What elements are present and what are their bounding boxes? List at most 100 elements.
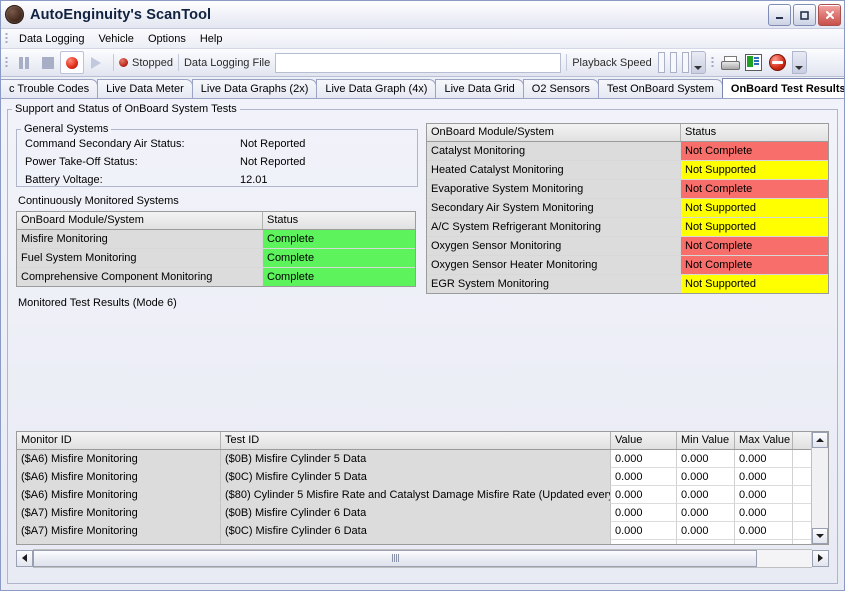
column-header-max-value[interactable]: Max Value xyxy=(735,432,793,449)
continuously-monitored-grid: OnBoard Module/System Status Misfire Mon… xyxy=(16,211,416,287)
pause-button[interactable] xyxy=(12,51,36,74)
value-cell: 0.000 xyxy=(611,540,677,545)
close-button[interactable] xyxy=(818,4,841,26)
onboard-system-tests-group-title: Support and Status of OnBoard System Tes… xyxy=(12,103,240,115)
system-name-cell: Comprehensive Component Monitoring xyxy=(17,268,263,286)
tab-onboard-test-results[interactable]: OnBoard Test Results xyxy=(722,78,844,98)
playback-speed-slider[interactable] xyxy=(658,52,689,73)
menu-item-vehicle[interactable]: Vehicle xyxy=(91,31,140,47)
table-row[interactable]: Secondary Air System Monitoring Not Supp… xyxy=(427,199,828,218)
table-row[interactable]: Fuel System Monitoring Complete xyxy=(17,249,415,268)
data-logging-file-input[interactable] xyxy=(275,53,561,73)
scroll-left-button[interactable] xyxy=(16,550,33,567)
export-button[interactable] xyxy=(742,51,766,74)
noncontinuous-monitored-grid: OnBoard Module/System Status Catalyst Mo… xyxy=(426,123,829,294)
toolbar-grip-handle-2[interactable] xyxy=(711,56,714,69)
column-header-module-system[interactable]: OnBoard Module/System xyxy=(427,124,681,141)
tab-live-data-graph-4x[interactable]: Live Data Graph (4x) xyxy=(316,79,436,98)
toolbar-separator xyxy=(113,54,114,71)
scroll-thumb-grip-icon-h xyxy=(392,554,399,562)
window-controls xyxy=(768,4,841,26)
menu-item-help[interactable]: Help xyxy=(193,31,230,47)
status-cell: Complete xyxy=(263,268,415,286)
horizontal-scroll-track[interactable] xyxy=(33,549,812,568)
tab-o2-sensors[interactable]: O2 Sensors xyxy=(523,79,599,98)
column-header-module-system[interactable]: OnBoard Module/System xyxy=(17,212,263,229)
monitor-id-cell: ($A7) Misfire Monitoring xyxy=(17,540,221,545)
export-spreadsheet-icon xyxy=(745,54,762,71)
toolbar-separator-2 xyxy=(178,54,179,71)
tab-diagnostic-trouble-codes[interactable]: c Trouble Codes xyxy=(1,79,98,98)
print-button[interactable] xyxy=(718,51,742,74)
table-row[interactable]: ($A6) Misfire Monitoring ($0B) Misfire C… xyxy=(17,450,828,468)
column-header-value[interactable]: Value xyxy=(611,432,677,449)
table-row[interactable]: Misfire Monitoring Complete xyxy=(17,230,415,249)
status-cell: Not Supported xyxy=(681,218,828,236)
general-systems-row: Command Secondary Air Status: Not Report… xyxy=(17,135,417,153)
table-row[interactable]: ($A7) Misfire Monitoring ($80) Cylinder … xyxy=(17,540,828,545)
stop-button[interactable] xyxy=(36,51,60,74)
test-id-cell: ($80) Cylinder 5 Misfire Rate and Cataly… xyxy=(221,486,611,504)
table-row[interactable]: Oxygen Sensor Heater Monitoring Not Comp… xyxy=(427,256,828,275)
table-row[interactable]: ($A6) Misfire Monitoring ($80) Cylinder … xyxy=(17,486,828,504)
status-cell: Not Complete xyxy=(681,180,828,198)
toolbar-grip-handle[interactable] xyxy=(5,56,8,69)
table-row[interactable]: Oxygen Sensor Monitoring Not Complete xyxy=(427,237,828,256)
title-bar: AutoEnginuity's ScanTool xyxy=(1,1,844,29)
table-row[interactable]: A/C System Refrigerant Monitoring Not Su… xyxy=(427,218,828,237)
table-row[interactable]: EGR System Monitoring Not Supported xyxy=(427,275,828,293)
scroll-down-button[interactable] xyxy=(812,528,828,544)
table-row[interactable]: Catalyst Monitoring Not Complete xyxy=(427,142,828,161)
minimize-button[interactable] xyxy=(768,4,791,26)
menu-item-options[interactable]: Options xyxy=(141,31,193,47)
value-cell: 0.000 xyxy=(611,468,677,486)
column-header-status[interactable]: Status xyxy=(263,212,415,229)
general-systems-group: General Systems Command Secondary Air St… xyxy=(16,123,418,187)
table-row[interactable]: ($A7) Misfire Monitoring ($0B) Misfire C… xyxy=(17,504,828,522)
caret-right-icon xyxy=(818,554,823,562)
maximize-button[interactable] xyxy=(793,4,816,26)
column-header-min-value[interactable]: Min Value xyxy=(677,432,735,449)
table-row[interactable]: ($A7) Misfire Monitoring ($0C) Misfire C… xyxy=(17,522,828,540)
status-cell: Not Supported xyxy=(681,161,828,179)
record-button[interactable] xyxy=(60,51,84,74)
window-title: AutoEnginuity's ScanTool xyxy=(30,7,211,23)
test-id-cell: ($0B) Misfire Cylinder 5 Data xyxy=(221,450,611,468)
tab-test-onboard-system[interactable]: Test OnBoard System xyxy=(598,79,723,98)
play-button[interactable] xyxy=(84,51,108,74)
tab-live-data-meter[interactable]: Live Data Meter xyxy=(97,79,193,98)
scroll-right-button[interactable] xyxy=(812,550,829,567)
status-cell: Not Supported xyxy=(681,199,828,217)
monitor-id-cell: ($A7) Misfire Monitoring xyxy=(17,504,221,522)
command-secondary-air-status-value: Not Reported xyxy=(240,138,417,150)
table-vertical-scrollbar[interactable] xyxy=(811,432,828,544)
max-value-cell: 0.000 xyxy=(735,540,793,545)
table-row[interactable]: Heated Catalyst Monitoring Not Supported xyxy=(427,161,828,180)
tab-live-data-grid[interactable]: Live Data Grid xyxy=(435,79,523,98)
general-systems-title: General Systems xyxy=(21,123,111,135)
column-header-monitor-id[interactable]: Monitor ID xyxy=(17,432,221,449)
cancel-button[interactable] xyxy=(766,51,790,74)
logging-status-text: Stopped xyxy=(132,57,173,69)
menu-item-data-logging[interactable]: Data Logging xyxy=(12,31,91,47)
horizontal-scroll-thumb[interactable] xyxy=(33,550,757,567)
min-value-cell: 0.000 xyxy=(677,468,735,486)
tab-bar: c Trouble Codes Live Data Meter Live Dat… xyxy=(1,77,844,99)
noncontinuous-grid-header: OnBoard Module/System Status xyxy=(427,124,828,142)
table-row[interactable]: Comprehensive Component Monitoring Compl… xyxy=(17,268,415,286)
table-row[interactable]: ($A6) Misfire Monitoring ($0C) Misfire C… xyxy=(17,468,828,486)
column-header-test-id[interactable]: Test ID xyxy=(221,432,611,449)
tab-live-data-graphs-2x[interactable]: Live Data Graphs (2x) xyxy=(192,79,318,98)
test-id-cell: ($0C) Misfire Cylinder 6 Data xyxy=(221,522,611,540)
system-name-cell: Oxygen Sensor Heater Monitoring xyxy=(427,256,681,274)
value-cell: 0.000 xyxy=(611,450,677,468)
menu-grip-handle[interactable] xyxy=(5,32,8,45)
scroll-up-button[interactable] xyxy=(812,432,828,448)
mode6-table-header: Monitor ID Test ID Value Min Value Max V… xyxy=(17,432,828,450)
toolbar-separator-3 xyxy=(566,54,567,71)
toolbar-overflow-button-1[interactable] xyxy=(691,51,706,74)
table-row[interactable]: Evaporative System Monitoring Not Comple… xyxy=(427,180,828,199)
table-horizontal-scrollbar[interactable] xyxy=(16,549,829,567)
toolbar-overflow-button-2[interactable] xyxy=(792,51,807,74)
column-header-status[interactable]: Status xyxy=(681,124,828,141)
